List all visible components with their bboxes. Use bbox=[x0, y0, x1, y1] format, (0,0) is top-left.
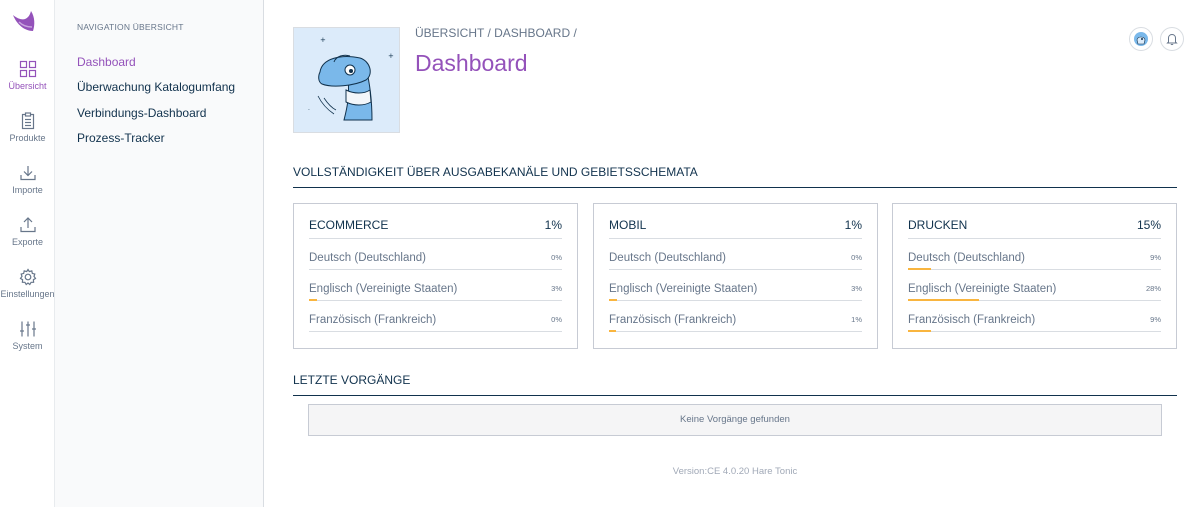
activity-section-title: LETZTE VORGÄNGE bbox=[293, 373, 411, 387]
channel-header: MOBIL 1% bbox=[609, 218, 862, 239]
notifications-button[interactable] bbox=[1160, 27, 1184, 51]
svg-text:+: + bbox=[320, 36, 326, 44]
locale-progress-bar bbox=[908, 268, 931, 270]
nav-title: NAVIGATION ÜBERSICHT bbox=[77, 22, 184, 32]
main-menu-rail: Übersicht Produkte Importe Exporte Einst… bbox=[0, 0, 55, 507]
locale-row: Französisch (Frankreich) 1% bbox=[609, 314, 862, 332]
locale-label: Englisch (Vereinigte Staaten) bbox=[309, 283, 458, 295]
channel-name: ECOMMERCE bbox=[309, 218, 389, 232]
rail-label: Exporte bbox=[11, 237, 44, 247]
channel-name: MOBIL bbox=[609, 218, 647, 232]
locale-percent: 3% bbox=[851, 284, 862, 293]
locale-row: Englisch (Vereinigte Staaten) 28% bbox=[908, 283, 1161, 301]
locale-row: Deutsch (Deutschland) 0% bbox=[309, 252, 562, 270]
breadcrumb[interactable]: ÜBERSICHT / DASHBOARD / bbox=[415, 26, 577, 40]
locale-label: Französisch (Frankreich) bbox=[609, 314, 737, 326]
channel-percent: 1% bbox=[844, 218, 862, 232]
locale-percent: 9% bbox=[1150, 315, 1161, 324]
locale-row: Französisch (Frankreich) 0% bbox=[309, 314, 562, 332]
locale-row: Englisch (Vereinigte Staaten) 3% bbox=[309, 283, 562, 301]
svg-text:+: + bbox=[388, 52, 394, 60]
locale-progress-bar bbox=[908, 299, 979, 301]
sliders-icon bbox=[19, 321, 36, 337]
locale-progress-bar bbox=[609, 299, 617, 301]
channel-header: DRUCKEN 15% bbox=[908, 218, 1161, 239]
page-title: Dashboard bbox=[415, 50, 528, 76]
channel-percent: 15% bbox=[1136, 218, 1161, 232]
locale-percent: 1% bbox=[851, 315, 862, 324]
locale-progress-bar bbox=[908, 330, 931, 332]
locale-label: Deutsch (Deutschland) bbox=[908, 252, 1025, 264]
nav-item-process-tracker[interactable]: Prozess-Tracker bbox=[77, 131, 165, 145]
user-avatar-button[interactable] bbox=[1129, 27, 1153, 51]
locale-percent: 28% bbox=[1145, 284, 1161, 293]
channel-card-mobile: MOBIL 1% Deutsch (Deutschland) 0% Englis… bbox=[593, 203, 878, 349]
channel-percent: 1% bbox=[544, 218, 562, 232]
locale-label: Deutsch (Deutschland) bbox=[609, 252, 726, 264]
rail-label: Importe bbox=[12, 185, 43, 195]
completeness-section-title: VOLLSTÄNDIGKEIT ÜBER AUSGABEKANÄLE UND G… bbox=[293, 165, 698, 179]
akeneo-logo[interactable] bbox=[11, 9, 37, 35]
rail-item-settings[interactable]: Einstellungen bbox=[0, 268, 55, 299]
rail-label: Übersicht bbox=[8, 81, 47, 91]
svg-text:·: · bbox=[308, 107, 310, 114]
rail-item-products[interactable]: Produkte bbox=[0, 112, 55, 143]
channel-card-ecommerce: ECOMMERCE 1% Deutsch (Deutschland) 0% En… bbox=[293, 203, 578, 349]
rail-label: System bbox=[12, 341, 43, 351]
locale-percent: 0% bbox=[851, 253, 862, 262]
avatar-icon bbox=[1134, 32, 1148, 46]
channel-name: DRUCKEN bbox=[908, 218, 968, 232]
locale-progress-bar bbox=[609, 330, 616, 332]
locale-row: Deutsch (Deutschland) 9% bbox=[908, 252, 1161, 270]
mascot-illustration: + + · bbox=[308, 36, 394, 121]
nav-item-dashboard[interactable]: Dashboard bbox=[77, 55, 136, 69]
nav-item-catalog-volume[interactable]: Überwachung Katalogumfang bbox=[77, 80, 235, 94]
locale-row: Französisch (Frankreich) 9% bbox=[908, 314, 1161, 332]
locale-row: Deutsch (Deutschland) 0% bbox=[609, 252, 862, 270]
locale-percent: 9% bbox=[1150, 253, 1161, 262]
locale-percent: 0% bbox=[551, 253, 562, 262]
nav-item-connection-dashboard[interactable]: Verbindungs-Dashboard bbox=[77, 106, 206, 120]
locale-row: Englisch (Vereinigte Staaten) 3% bbox=[609, 283, 862, 301]
dashboard-grid-icon bbox=[19, 60, 36, 78]
locale-label: Französisch (Frankreich) bbox=[908, 314, 1036, 326]
import-icon bbox=[19, 166, 36, 181]
rail-item-system[interactable]: System bbox=[0, 320, 55, 351]
locale-progress-bar bbox=[309, 299, 317, 301]
rail-label: Produkte bbox=[9, 133, 46, 143]
rail-item-exports[interactable]: Exporte bbox=[0, 216, 55, 247]
channel-header: ECOMMERCE 1% bbox=[309, 218, 562, 239]
clipboard-icon bbox=[21, 112, 34, 130]
channel-card-print: DRUCKEN 15% Deutsch (Deutschland) 9% Eng… bbox=[892, 203, 1177, 349]
rail-item-imports[interactable]: Importe bbox=[0, 164, 55, 195]
section-divider bbox=[293, 187, 1177, 188]
gear-icon bbox=[19, 268, 36, 286]
empty-activity-message: Keine Vorgänge gefunden bbox=[308, 404, 1162, 436]
locale-percent: 0% bbox=[551, 315, 562, 324]
rail-item-overview[interactable]: Übersicht bbox=[0, 60, 55, 91]
dashboard-illustration: + + · bbox=[293, 27, 400, 133]
locale-label: Französisch (Frankreich) bbox=[309, 314, 437, 326]
section-divider bbox=[293, 395, 1177, 396]
bell-icon bbox=[1166, 33, 1178, 46]
locale-label: Englisch (Vereinigte Staaten) bbox=[609, 283, 758, 295]
locale-percent: 3% bbox=[551, 284, 562, 293]
locale-label: Deutsch (Deutschland) bbox=[309, 252, 426, 264]
rail-label: Einstellungen bbox=[0, 289, 55, 299]
export-icon bbox=[19, 217, 36, 233]
locale-label: Englisch (Vereinigte Staaten) bbox=[908, 283, 1057, 295]
sub-navigation: NAVIGATION ÜBERSICHT Dashboard Überwachu… bbox=[55, 0, 264, 507]
version-info: Version:CE 4.0.20 Hare Tonic bbox=[672, 466, 798, 477]
